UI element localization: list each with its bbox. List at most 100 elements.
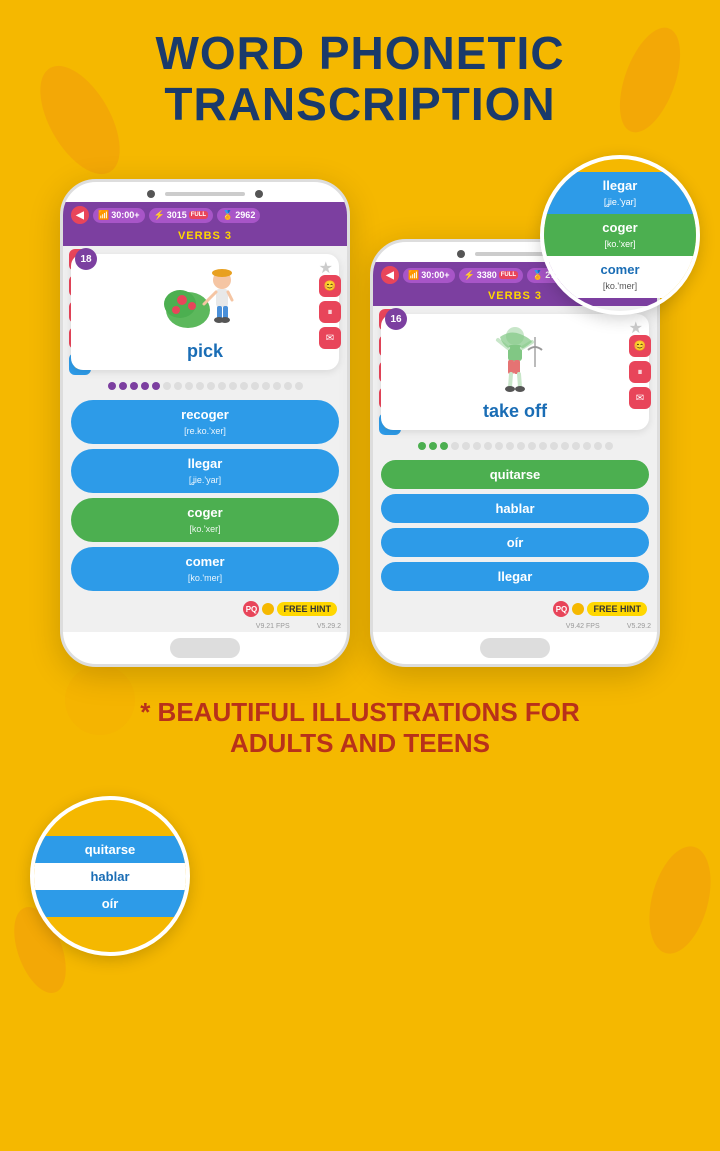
dot	[152, 382, 160, 390]
dot-empty	[517, 442, 525, 450]
dot-active	[418, 442, 426, 450]
dot-empty	[473, 442, 481, 450]
bubble-row-oir: oír	[34, 890, 186, 917]
hint-icon-left: PQ	[243, 601, 259, 617]
phone-left: ◀ 📶 30:00+ ⚡ 3015 FULL 🏅 2962 VERBS 3 ✂ …	[60, 179, 350, 667]
dot-empty	[240, 382, 248, 390]
dot-empty	[594, 442, 602, 450]
hint-orange-dot	[262, 603, 274, 615]
dot	[141, 382, 149, 390]
dot-empty	[550, 442, 558, 450]
medal-icon-left: 🏅	[222, 210, 233, 221]
bubble-left: quitarse hablar oír	[30, 796, 190, 956]
btn-mail[interactable]: ✉	[319, 327, 341, 349]
card-label-left: VERBS 3	[63, 228, 347, 246]
back-btn-right[interactable]: ◀	[381, 266, 399, 284]
btn-pause-r[interactable]: ⏸	[629, 361, 651, 383]
side-buttons-right-phone-right: 😊 ⏸ ✉	[629, 335, 651, 409]
flashcard-area-left: ✂ ☀ Aa 🖼 👍 18 ★	[63, 246, 347, 378]
answer-btn-r2[interactable]: hablar	[381, 494, 649, 523]
flashcard-illustration-right	[470, 322, 560, 397]
flashcard-area-right: ✂ ☀ Aa 🖼 👍 16 ★	[373, 306, 657, 438]
status-wifi-right: 📶 30:00+	[403, 268, 455, 283]
pick-illustration	[160, 262, 250, 337]
answer-btn-2[interactable]: llegar[ʝie.'yar]	[71, 449, 339, 493]
back-btn-left[interactable]: ◀	[71, 206, 89, 224]
status-score-left: ⚡ 3015 FULL	[149, 208, 214, 223]
bubble-right: llegar[ʝie.'yar] coger[ko.'xer] comer[ko…	[540, 155, 700, 315]
tagline-line1: * BEAUTIFUL ILLUSTRATIONS FOR	[30, 697, 690, 728]
btn-pause[interactable]: ⏸	[319, 301, 341, 323]
hint-bar-left: PQ FREE HINT	[63, 597, 347, 623]
dot	[108, 382, 116, 390]
bubble-row-coger: coger[ko.'xer]	[544, 214, 696, 256]
dot-empty	[561, 442, 569, 450]
bubble-row-llegar: llegar[ʝie.'yar]	[544, 172, 696, 214]
phone-top-bar-left	[63, 182, 347, 202]
version-right: V9.42 FPS V5.29.2	[373, 623, 657, 632]
dot-empty	[495, 442, 503, 450]
bolt-icon-left: ⚡	[154, 210, 165, 221]
wifi-icon-right: 📶	[408, 270, 419, 281]
dot	[130, 382, 138, 390]
bolt-icon-right: ⚡	[464, 270, 475, 281]
btn-emoji[interactable]: 😊	[319, 275, 341, 297]
dot-empty	[506, 442, 514, 450]
dot-empty	[295, 382, 303, 390]
dot-active	[440, 442, 448, 450]
dot-empty	[484, 442, 492, 450]
dot-empty	[163, 382, 171, 390]
hint-free-right[interactable]: FREE HINT	[587, 602, 647, 616]
dot-empty	[539, 442, 547, 450]
answer-btn-4[interactable]: comer[ko.'mer]	[71, 547, 339, 591]
camera-right	[457, 250, 465, 258]
bubble-row-quitarse: quitarse	[34, 836, 186, 863]
answer-btn-r3[interactable]: oír	[381, 528, 649, 557]
hint-free-left[interactable]: FREE HINT	[277, 602, 337, 616]
dot-empty	[605, 442, 613, 450]
medal-icon-right: 🏅	[532, 270, 543, 281]
bubble-row-comer: comer[ko.'mer]	[544, 256, 696, 298]
camera-left	[147, 190, 155, 198]
answer-options-left: recoger[re.ko.'xer] llegar[ʝie.'yar] cog…	[63, 394, 347, 597]
bottom-tagline: * BEAUTIFUL ILLUSTRATIONS FOR ADULTS AND…	[0, 677, 720, 789]
wifi-icon-left: 📶	[98, 210, 109, 221]
dot-empty	[196, 382, 204, 390]
btn-mail-r[interactable]: ✉	[629, 387, 651, 409]
dot-empty	[451, 442, 459, 450]
camera-left-2	[255, 190, 263, 198]
status-wifi-left: 📶 30:00+	[93, 208, 145, 223]
progress-dots-right	[373, 438, 657, 454]
speaker-left	[165, 192, 245, 196]
bubble-row-hablar: hablar	[34, 863, 186, 890]
dot-empty	[207, 382, 215, 390]
dot	[119, 382, 127, 390]
home-btn-right[interactable]	[480, 638, 550, 658]
answer-btn-r1[interactable]: quitarse	[381, 460, 649, 489]
btn-emoji-r[interactable]: 😊	[629, 335, 651, 357]
dot-empty	[273, 382, 281, 390]
flashcard-left: 18 ★	[71, 254, 339, 370]
header-title: WORD PHONETIC TRANSCRIPTION	[20, 28, 700, 129]
status-coins-left: 🏅 2962	[217, 208, 260, 223]
hint-orange-dot-right	[572, 603, 584, 615]
answer-btn-3[interactable]: coger[ko.'xer]	[71, 498, 339, 542]
tagline-line2: ADULTS AND TEENS	[30, 728, 690, 759]
home-btn-left[interactable]	[170, 638, 240, 658]
dot-empty	[218, 382, 226, 390]
dot-empty	[251, 382, 259, 390]
header-section: WORD PHONETIC TRANSCRIPTION	[0, 0, 720, 139]
progress-dots-left	[63, 378, 347, 394]
side-buttons-right-left-phone: 😊 ⏸ ✉	[319, 275, 341, 349]
status-score-right: ⚡ 3380 FULL	[459, 268, 524, 283]
dot-empty	[174, 382, 182, 390]
dot-active	[429, 442, 437, 450]
status-bar-left: ◀ 📶 30:00+ ⚡ 3015 FULL 🏅 2962	[63, 202, 347, 228]
dot-empty	[262, 382, 270, 390]
flashcard-right: 16 ★	[381, 314, 649, 430]
takeoff-illustration	[470, 322, 560, 397]
hint-icon-right: PQ	[553, 601, 569, 617]
answer-btn-r4[interactable]: llegar	[381, 562, 649, 591]
hint-bar-right: PQ FREE HINT	[373, 597, 657, 623]
answer-btn-1[interactable]: recoger[re.ko.'xer]	[71, 400, 339, 444]
